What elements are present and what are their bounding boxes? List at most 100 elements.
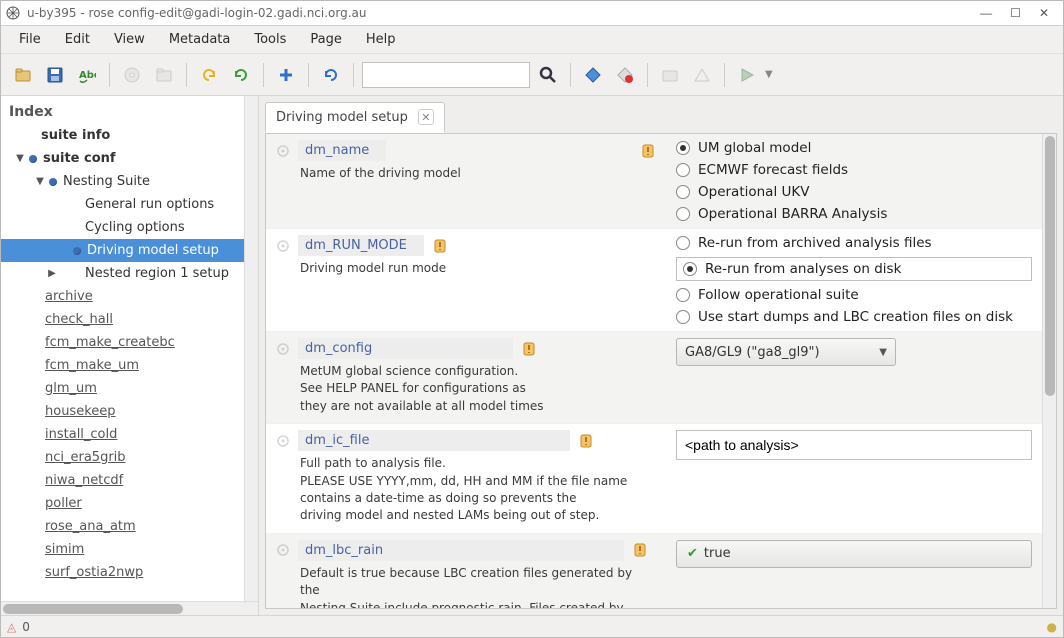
run-dropdown-icon[interactable]: ▼ (765, 69, 773, 80)
undo-button[interactable] (195, 61, 223, 89)
menu-tools[interactable]: Tools (242, 28, 298, 51)
combo-value: GA8/GL9 ("ga8_gl9") (685, 345, 820, 360)
nav-prev-button[interactable] (579, 61, 607, 89)
sidebar-item-housekeep[interactable]: housekeep (1, 400, 244, 423)
gear-icon[interactable] (276, 434, 290, 448)
dm-lbc-rain-toggle[interactable]: ✔ true (676, 540, 1032, 568)
menu-view[interactable]: View (102, 28, 157, 51)
panel-vscrollbar[interactable] (1042, 134, 1056, 608)
gear-icon[interactable] (276, 543, 290, 557)
dm-ic-file-input[interactable] (676, 430, 1032, 460)
sidebar-item-label: Nesting Suite (63, 174, 150, 189)
menu-metadata[interactable]: Metadata (157, 28, 243, 51)
lightbulb-icon[interactable]: ● (1047, 620, 1057, 634)
field-dm-config[interactable]: dm_config (298, 338, 513, 359)
chevron-down-icon: ▼ (879, 347, 887, 358)
dot-icon (49, 178, 57, 186)
sidebar-item-fcm-make-um[interactable]: fcm_make_um (1, 354, 244, 377)
sidebar-item-fcm-make-createbc[interactable]: fcm_make_createbc (1, 331, 244, 354)
sidebar-vscrollbar[interactable] (244, 96, 258, 601)
sidebar-item-label: nci_era5grib (45, 450, 126, 465)
radio-re-run-from-analyses-on-disk[interactable]: Re-run from analyses on disk (676, 257, 1032, 281)
field-dm-lbc-rain[interactable]: dm_lbc_rain (298, 540, 624, 561)
sidebar-item-label: poller (45, 496, 82, 511)
sidebar-item-general-run-options[interactable]: General run options (1, 193, 244, 216)
radio-operational-ukv[interactable]: Operational UKV (676, 184, 1032, 200)
spellcheck-button[interactable]: Abc (73, 61, 101, 89)
sidebar-item-driving-model-setup[interactable]: Driving model setup (1, 239, 244, 262)
sidebar-item-label: archive (45, 289, 93, 304)
sidebar-item-surf-ostia2nwp[interactable]: surf_ostia2nwp (1, 561, 244, 584)
minimize-button[interactable]: — (980, 6, 992, 20)
flag-icon[interactable] (578, 433, 594, 449)
dm-config-combo[interactable]: GA8/GL9 ("ga8_gl9") ▼ (676, 338, 896, 366)
radio-ecmwf-forecast-fields[interactable]: ECMWF forecast fields (676, 162, 1032, 178)
sidebar-hscrollbar[interactable] (1, 601, 258, 615)
radio-icon (683, 262, 697, 276)
radio-follow-operational-suite[interactable]: Follow operational suite (676, 287, 1032, 303)
check-icon: ✔ (687, 546, 698, 561)
expander-icon[interactable]: ▶ (45, 268, 59, 279)
folder-button[interactable] (150, 61, 178, 89)
radio-icon (676, 141, 690, 155)
menu-help[interactable]: Help (354, 28, 408, 51)
search-button[interactable] (534, 61, 562, 89)
menu-edit[interactable]: Edit (53, 28, 102, 51)
save-button[interactable] (41, 61, 69, 89)
sidebar-item-nesting-suite[interactable]: ▼ Nesting Suite (1, 170, 244, 193)
search-input[interactable] (362, 62, 530, 88)
sidebar-item-glm-um[interactable]: glm_um (1, 377, 244, 400)
redo-button[interactable] (227, 61, 255, 89)
disc-button[interactable] (118, 61, 146, 89)
sidebar-item-archive[interactable]: archive (1, 285, 244, 308)
radio-icon (676, 310, 690, 324)
sidebar-item-rose-ana-atm[interactable]: rose_ana_atm (1, 515, 244, 538)
field-dm-ic-file[interactable]: dm_ic_file (298, 430, 570, 451)
sidebar-item-nci-era5grib[interactable]: nci_era5grib (1, 446, 244, 469)
gear-icon[interactable] (276, 342, 290, 356)
expander-icon[interactable]: ▼ (33, 176, 47, 187)
refresh-button[interactable] (317, 61, 345, 89)
sidebar-item-cycling-options[interactable]: Cycling options (1, 216, 244, 239)
flag-icon[interactable] (521, 341, 537, 357)
sidebar-item-poller[interactable]: poller (1, 492, 244, 515)
sidebar-item-check-hall[interactable]: check_hall (1, 308, 244, 331)
tab-close-icon[interactable]: ✕ (418, 109, 434, 125)
run-button[interactable] (733, 61, 761, 89)
maximize-button[interactable]: ☐ (1010, 6, 1021, 20)
sidebar-item-simim[interactable]: simim (1, 538, 244, 561)
tab-label: Driving model setup (276, 110, 408, 125)
gear-icon[interactable] (276, 144, 290, 158)
expander-icon[interactable]: ▼ (13, 153, 27, 164)
folder2-button[interactable] (656, 61, 684, 89)
titlebar: u-by395 - rose config-edit@gadi-login-02… (1, 1, 1063, 26)
sidebar-item-label: rose_ana_atm (45, 519, 136, 534)
radio-operational-barra-analysis[interactable]: Operational BARRA Analysis (676, 206, 1032, 222)
flag-icon[interactable] (640, 143, 656, 159)
sidebar-item-install-cold[interactable]: install_cold (1, 423, 244, 446)
radio-use-start-dumps-and-lbc-creation-files-on-disk[interactable]: Use start dumps and LBC creation files o… (676, 309, 1032, 325)
field-dm-run-mode[interactable]: dm_RUN_MODE (298, 235, 424, 256)
gear-icon[interactable] (276, 239, 290, 253)
open-button[interactable] (9, 61, 37, 89)
menu-file[interactable]: File (7, 28, 53, 51)
sidebar-item-nested-region-1-setup[interactable]: ▶Nested region 1 setup (1, 262, 244, 285)
sidebar-title: Index (1, 96, 244, 124)
nav-next-button[interactable] (611, 61, 639, 89)
menu-page[interactable]: Page (298, 28, 353, 51)
status-warning-icon[interactable]: ◬ (7, 620, 16, 634)
radio-label: Use start dumps and LBC creation files o… (698, 309, 1013, 325)
flag-icon[interactable] (632, 542, 648, 558)
sidebar-item-niwa-netcdf[interactable]: niwa_netcdf (1, 469, 244, 492)
radio-label: UM global model (698, 140, 811, 156)
radio-re-run-from-archived-analysis-files[interactable]: Re-run from archived analysis files (676, 235, 1032, 251)
close-button[interactable]: ✕ (1039, 6, 1049, 20)
flag-icon[interactable] (432, 238, 448, 254)
add-button[interactable] (272, 61, 300, 89)
warning-button[interactable] (688, 61, 716, 89)
field-dm-name[interactable]: dm_name (298, 140, 386, 161)
sidebar-item-suite-info[interactable]: suite info (1, 124, 244, 147)
sidebar-item-suite-conf[interactable]: ▼suite conf (1, 147, 244, 170)
radio-um-global-model[interactable]: UM global model (676, 140, 1032, 156)
tab-driving-model-setup[interactable]: Driving model setup ✕ (265, 102, 445, 133)
